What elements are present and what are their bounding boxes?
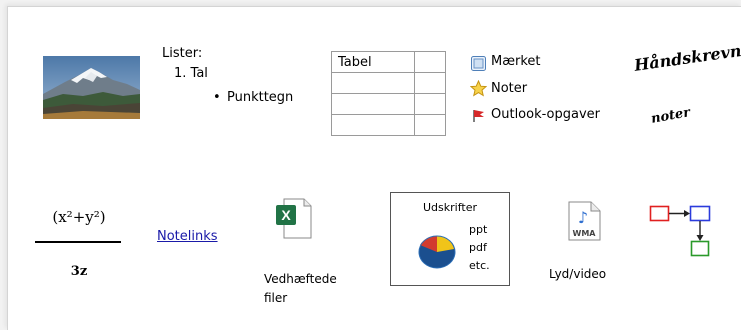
printouts-title: Udskrifter bbox=[423, 201, 477, 214]
audio-label: Lyd/video bbox=[549, 267, 607, 281]
bullet-glyph: • bbox=[213, 90, 221, 105]
excel-file-icon[interactable]: X bbox=[274, 197, 312, 239]
table-cell[interactable] bbox=[331, 114, 415, 136]
bullet-list-item: Punkttegn bbox=[227, 90, 294, 105]
checkbox-icon[interactable] bbox=[471, 56, 486, 71]
tag-label-notes: Noter bbox=[491, 81, 528, 96]
fraction-bar bbox=[35, 241, 121, 243]
attachment-label-line2: filer bbox=[264, 291, 288, 305]
star-icon bbox=[470, 80, 487, 97]
attachment-label: Vedhæftede filer bbox=[264, 270, 337, 308]
table-cell[interactable] bbox=[414, 51, 446, 73]
table-cell[interactable] bbox=[331, 72, 415, 94]
equation-denominator: 3z bbox=[70, 264, 88, 279]
equation-numerator: (x²+y²) bbox=[52, 208, 106, 226]
svg-text:X: X bbox=[281, 207, 291, 223]
audio-file-icon[interactable]: ♪ WMA bbox=[566, 201, 602, 241]
numbered-list-item: 1. Tal bbox=[174, 66, 208, 81]
svg-text:♪: ♪ bbox=[578, 208, 588, 227]
flow-diagram-icon[interactable] bbox=[649, 203, 719, 261]
tag-label-marked: Mærket bbox=[491, 54, 541, 69]
table-cell[interactable] bbox=[414, 93, 446, 115]
printout-type-ppt: ppt bbox=[469, 223, 488, 236]
tag-list: Mærket Noter Outlook-opgaver bbox=[470, 53, 650, 133]
notelink[interactable]: Notelinks bbox=[157, 229, 218, 245]
note-table[interactable]: Tabel bbox=[331, 51, 446, 136]
pie-chart-icon bbox=[418, 235, 456, 269]
audio-file-icon-text: WMA bbox=[573, 229, 597, 238]
printout-type-pdf: pdf bbox=[469, 241, 487, 254]
flag-icon bbox=[473, 110, 484, 122]
table-cell[interactable] bbox=[414, 72, 446, 94]
printouts-box[interactable]: Udskrifter ppt pdf etc. bbox=[390, 192, 510, 286]
attachment-label-line1: Vedhæftede bbox=[264, 272, 337, 286]
table-cell[interactable] bbox=[331, 93, 415, 115]
mountain-image[interactable] bbox=[43, 56, 140, 119]
table-cell[interactable]: Tabel bbox=[331, 51, 415, 73]
table-cell[interactable] bbox=[414, 114, 446, 136]
lists-heading: Lister: bbox=[162, 46, 203, 61]
printout-type-etc: etc. bbox=[469, 259, 490, 272]
tag-label-outlook-tasks: Outlook-opgaver bbox=[491, 107, 601, 122]
math-equation[interactable]: (x²+y²) 3z bbox=[34, 206, 124, 286]
